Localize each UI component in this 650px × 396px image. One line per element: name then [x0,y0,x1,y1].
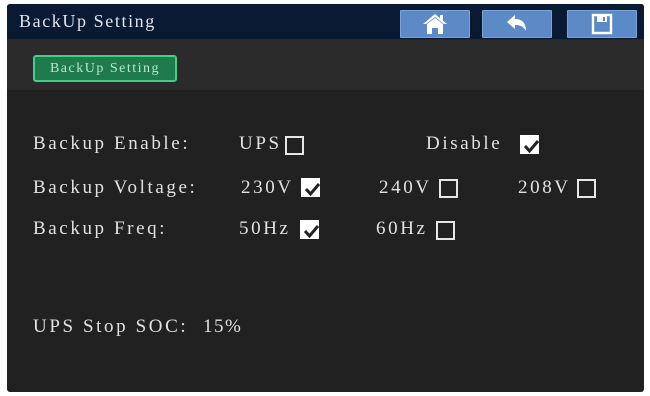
230v-checkbox[interactable] [301,178,321,197]
50hz-option-label: 50Hz [239,218,291,239]
checkmark-icon [303,225,320,239]
disable-checkbox[interactable] [520,135,540,154]
back-arrow-icon [507,15,526,31]
240v-option-label: 240V [379,177,432,198]
230v-option-label: 230V [241,177,294,198]
save-icon [591,13,613,35]
60hz-checkbox[interactable] [436,221,455,240]
backup-voltage-label: Backup Voltage: [33,177,198,198]
50hz-checkbox[interactable] [300,220,320,239]
60hz-option-label: 60Hz [376,218,428,239]
page-title: BackUp Setting [19,11,156,31]
tab-backup-setting[interactable]: BackUp Setting [33,55,177,82]
checkmark-icon [304,183,321,197]
208v-checkbox[interactable] [577,179,596,198]
home-icon [423,14,447,34]
backup-freq-label: Backup Freq: [33,218,168,239]
device-screen: BackUp Setting BackUp Setting Backup Ena… [7,4,644,392]
208v-option-label: 208V [518,177,571,198]
disable-option-label: Disable [426,133,503,154]
backup-enable-label: Backup Enable: [33,133,191,154]
checkmark-icon [523,140,540,154]
ups-stop-soc-label: UPS Stop SOC: [33,316,189,337]
title-bar: BackUp Setting [7,4,644,40]
home-button[interactable] [400,10,470,38]
ups-stop-soc-value[interactable]: 15% [203,316,242,338]
back-button[interactable] [482,10,552,38]
240v-checkbox[interactable] [439,179,458,198]
ups-checkbox[interactable] [285,136,304,155]
save-button[interactable] [567,10,637,38]
ups-option-label: UPS [239,133,282,154]
tab-bar: BackUp Setting [7,40,644,90]
